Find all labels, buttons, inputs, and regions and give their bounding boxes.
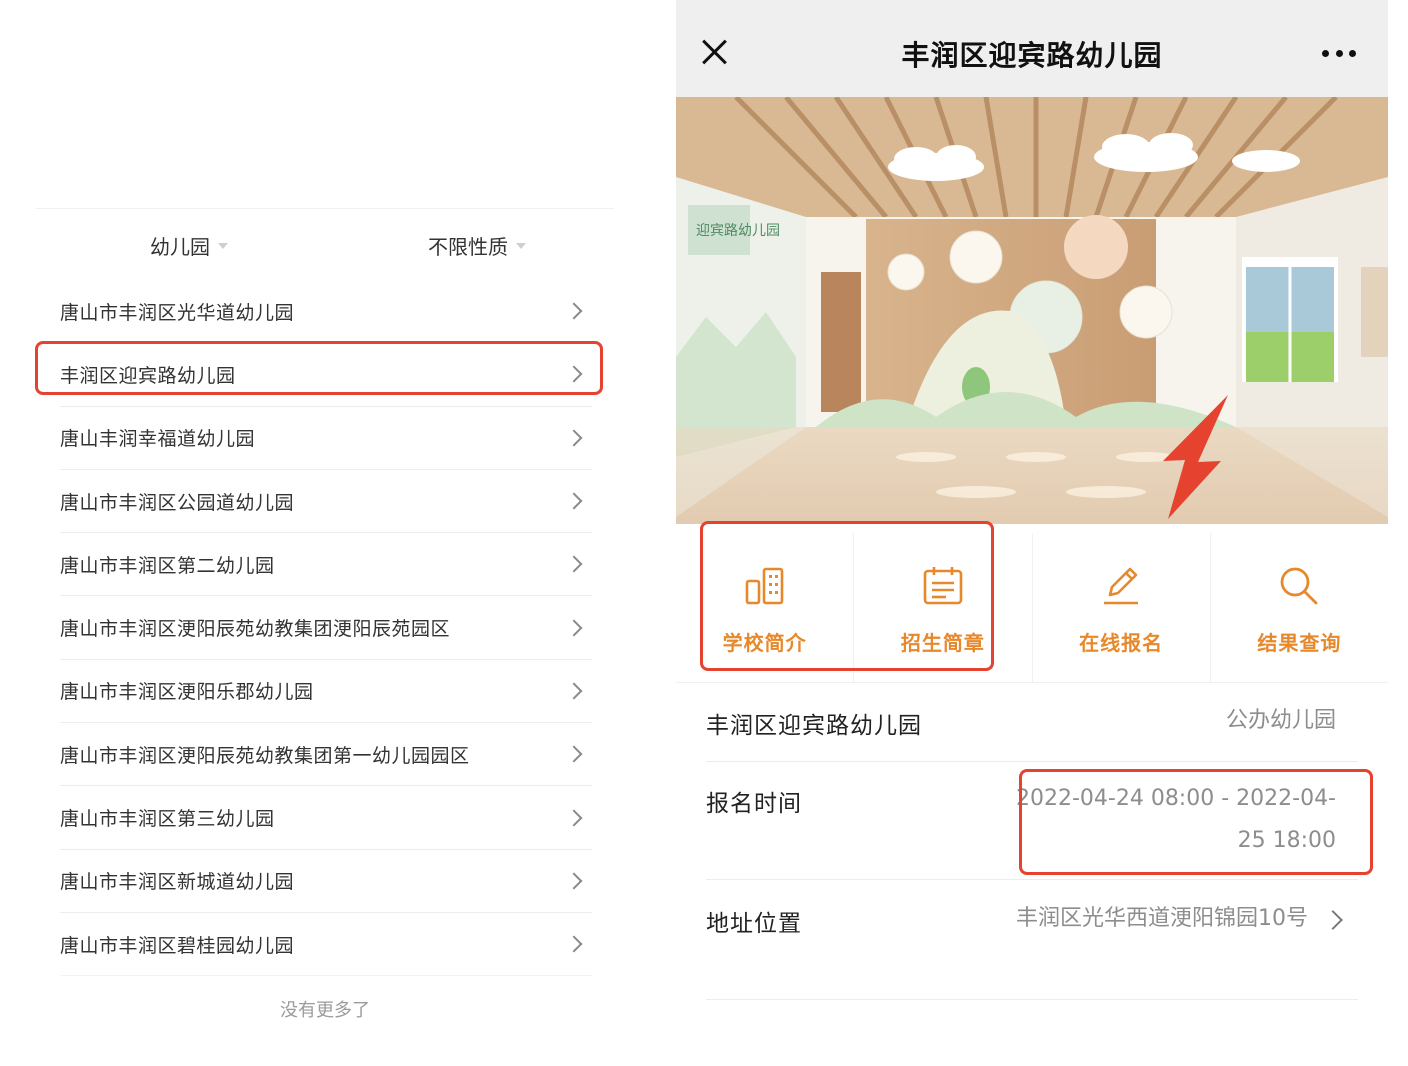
list-item[interactable]: 唐山市丰润区浭阳辰苑幼教集团浭阳辰苑园区 [60, 596, 592, 660]
chevron-right-icon [565, 809, 583, 827]
building-icon [745, 567, 783, 605]
list-item[interactable]: 唐山丰润幸福道幼儿园 [60, 407, 592, 470]
tab-label: 在线报名 [1079, 631, 1164, 655]
tab-school-intro[interactable]: 学校简介 [676, 533, 855, 682]
tab-label: 招生简章 [900, 631, 985, 655]
chevron-right-icon [1323, 910, 1343, 930]
school-photo: 迎宾路幼儿园 [676, 97, 1388, 524]
school-name: 唐山市丰润区碧桂园幼儿园 [60, 934, 295, 957]
school-type-text: 公办幼儿园 [1225, 708, 1336, 733]
school-name: 唐山市丰润区新城道幼儿园 [60, 871, 295, 894]
list-item[interactable]: 丰润区迎宾路幼儿园 [60, 343, 592, 407]
nature-filter-label: 不限性质 [428, 235, 508, 259]
school-name: 唐山市丰润区第二幼儿园 [60, 554, 275, 577]
list-item[interactable]: 唐山市丰润区碧桂园幼儿园 [60, 913, 592, 977]
type-filter[interactable]: 幼儿园 [150, 231, 228, 260]
list-item[interactable]: 唐山市丰润区第三幼儿园 [60, 786, 592, 850]
list-item[interactable]: 唐山市丰润区公园道幼儿园 [60, 470, 592, 534]
school-name: 唐山市丰润区浭阳乐郡幼儿园 [60, 681, 314, 704]
school-name: 唐山市丰润区第三幼儿园 [60, 808, 275, 831]
school-list-page: 幼儿园 不限性质 唐山市丰润区光华道幼儿园 丰润区迎宾路幼儿园 唐山丰润幸福道幼… [0, 0, 640, 1066]
caret-down-icon [516, 242, 526, 249]
tab-label: 结果查询 [1257, 631, 1342, 655]
tab-label: 学校简介 [722, 631, 807, 655]
chevron-right-icon [565, 872, 583, 890]
chevron-right-icon [565, 365, 583, 383]
list-end-text: 没有更多了 [280, 1000, 370, 1021]
list-item[interactable]: 唐山市丰润区浭阳辰苑幼教集团第一幼儿园园区 [60, 723, 592, 787]
list-item[interactable]: 唐山市丰润区浭阳乐郡幼儿园 [60, 660, 592, 724]
address-row[interactable]: 地址位置 丰润区光华西道浭阳锦园10号 [706, 880, 1358, 1000]
chevron-right-icon [565, 302, 583, 320]
chevron-right-icon [565, 492, 583, 510]
more-icon[interactable] [1322, 50, 1356, 58]
chevron-right-icon [565, 935, 583, 953]
school-name: 唐山市丰润区浭阳辰苑幼教集团浭阳辰苑园区 [60, 618, 451, 641]
list-item[interactable]: 唐山市丰润区第二幼儿园 [60, 533, 592, 597]
signup-time-label: 报名时间 [706, 791, 802, 817]
tab-online-signup[interactable]: 在线报名 [1033, 533, 1211, 682]
filter-bar: 幼儿园 不限性质 [36, 208, 614, 280]
school-list: 唐山市丰润区光华道幼儿园 丰润区迎宾路幼儿园 唐山丰润幸福道幼儿园 唐山市丰润区… [60, 280, 592, 977]
chevron-right-icon [565, 682, 583, 700]
school-name: 丰润区迎宾路幼儿园 [60, 364, 236, 387]
school-name: 唐山市丰润区浭阳辰苑幼教集团第一幼儿园园区 [60, 744, 470, 767]
nav-bar: 丰润区迎宾路幼儿园 [676, 0, 1388, 97]
search-icon [1280, 567, 1318, 605]
chevron-right-icon [565, 555, 583, 573]
tab-admission-guide[interactable]: 招生简章 [854, 533, 1033, 682]
address-value: 丰润区光华西道浭阳锦园10号 [1016, 906, 1308, 931]
list-item[interactable]: 唐山市丰润区光华道幼儿园 [60, 280, 592, 344]
school-name: 唐山市丰润区公园道幼儿园 [60, 491, 295, 514]
chevron-right-icon [565, 619, 583, 637]
action-tabs: 学校简介 招生简章 在线报名 结果查询 [676, 533, 1388, 683]
address-label: 地址位置 [706, 911, 802, 937]
chevron-right-icon [565, 745, 583, 763]
nature-filter[interactable]: 不限性质 [428, 231, 526, 260]
school-name: 唐山市丰润区光华道幼儿园 [60, 301, 295, 324]
list-item[interactable]: 唐山市丰润区新城道幼儿园 [60, 850, 592, 913]
signup-time-value: 2022-04-24 08:00 - 2022-04-25 18:00 [1015, 786, 1336, 853]
school-name-text: 丰润区迎宾路幼儿园 [706, 713, 922, 739]
chevron-right-icon [565, 429, 583, 447]
classroom-illustration: 迎宾路幼儿园 [676, 97, 1388, 524]
calendar-icon [923, 567, 963, 605]
school-name: 唐山丰润幸福道幼儿园 [60, 428, 256, 451]
type-filter-label: 幼儿园 [150, 235, 210, 259]
pencil-icon [1104, 567, 1139, 605]
tab-result-query[interactable]: 结果查询 [1211, 533, 1388, 682]
page-title: 丰润区迎宾路幼儿园 [901, 39, 1163, 72]
hero-sign: 迎宾路幼儿园 [696, 223, 780, 239]
caret-down-icon [218, 242, 228, 249]
school-info-row: 丰润区迎宾路幼儿园 公办幼儿园 [706, 686, 1358, 762]
signup-time-row: 报名时间 2022-04-24 08:00 - 2022-04-25 18:00 [706, 762, 1358, 880]
school-detail-page: 丰润区迎宾路幼儿园 迎宾路幼儿园 学校简介 招生简章 在线报名 结果查询 丰润区… [676, 0, 1388, 1066]
